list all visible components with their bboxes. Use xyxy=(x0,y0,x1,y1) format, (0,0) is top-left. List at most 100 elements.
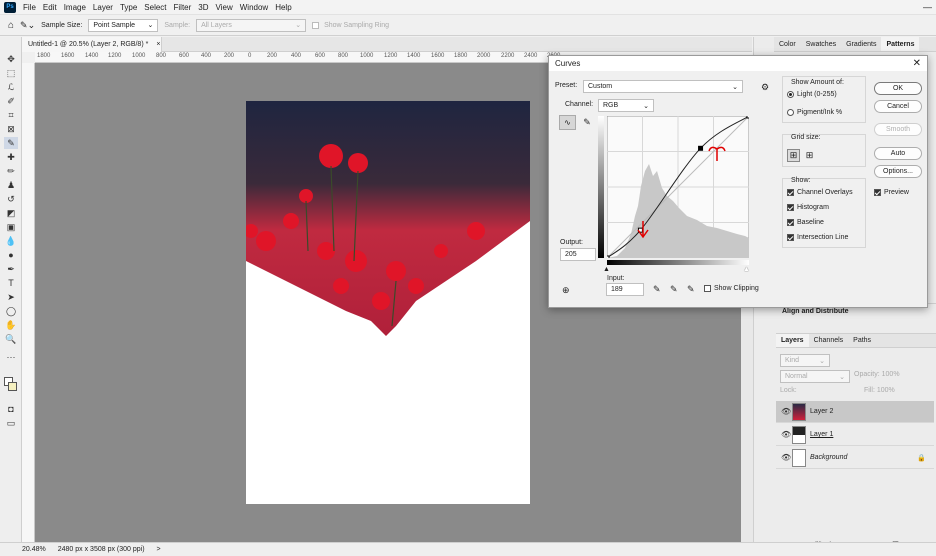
eye-icon[interactable]: 👁 xyxy=(781,430,791,439)
eye-icon[interactable]: 👁 xyxy=(781,407,791,416)
menu-edit[interactable]: Edit xyxy=(43,3,57,12)
type-tool-icon[interactable]: T xyxy=(4,277,18,289)
curve-graph[interactable] xyxy=(607,116,749,258)
layer-row[interactable]: 👁 Layer 1 xyxy=(776,424,934,446)
intersection-line-checkbox[interactable] xyxy=(787,234,794,241)
zoom-tool-icon[interactable]: 🔍 xyxy=(4,333,18,345)
tab-paths[interactable]: Paths xyxy=(848,334,876,347)
status-arrow-icon[interactable]: > xyxy=(157,546,161,553)
gray-eyedropper-icon[interactable]: ✎ xyxy=(670,284,678,295)
foreground-color-swatch[interactable] xyxy=(8,382,17,391)
document-tab[interactable]: Untitled-1 @ 20.5% (Layer 2, RGB/8) * × xyxy=(22,37,162,52)
history-brush-icon[interactable]: ↺ xyxy=(4,193,18,205)
histogram-row[interactable]: Histogram xyxy=(787,204,829,211)
blur-tool-icon[interactable]: 💧 xyxy=(4,235,18,247)
hand-tool-icon[interactable]: ✋ xyxy=(4,319,18,331)
input-field[interactable]: 189 xyxy=(606,283,644,296)
fill-value[interactable]: 100% xyxy=(877,387,895,394)
pigment-radio[interactable] xyxy=(787,109,794,116)
layer-row[interactable]: 👁 Layer 2 xyxy=(776,401,934,423)
clone-stamp-icon[interactable]: ♟ xyxy=(4,179,18,191)
sample-select[interactable]: All Layers ⌄ xyxy=(196,18,307,32)
eye-icon[interactable]: 👁 xyxy=(781,453,791,462)
layer-row[interactable]: 👁 Background 🔒 xyxy=(776,447,934,469)
sample-size-select[interactable]: Point Sample ⌄ xyxy=(88,18,159,32)
crop-tool-icon[interactable]: ⌗ xyxy=(4,109,18,121)
white-eyedropper-icon[interactable]: ✎ xyxy=(687,284,695,295)
menu-file[interactable]: File xyxy=(23,3,36,12)
ellipse-tool-icon[interactable]: ◯ xyxy=(4,305,18,317)
kind-filter-select[interactable]: Kind ⌄ xyxy=(780,354,830,367)
lasso-tool-icon[interactable]: ℒ xyxy=(4,81,18,93)
move-tool-icon[interactable]: ✥ xyxy=(4,53,18,65)
opacity-value[interactable]: 100% xyxy=(882,371,900,378)
quick-mask-icon[interactable]: ◘ xyxy=(4,403,18,415)
path-select-icon[interactable]: ➤ xyxy=(4,291,18,303)
tab-swatches[interactable]: Swatches xyxy=(801,37,841,51)
screen-mode-icon[interactable]: ▭ xyxy=(4,417,18,429)
target-adjust-icon[interactable]: ⊕ xyxy=(562,285,570,296)
menu-window[interactable]: Window xyxy=(240,3,268,12)
intersection-line-row[interactable]: Intersection Line xyxy=(787,234,848,241)
light-radio-row[interactable]: Light (0-255) xyxy=(787,91,837,98)
pigment-radio-row[interactable]: Pigment/Ink % xyxy=(787,109,842,116)
tab-gradients[interactable]: Gradients xyxy=(841,37,881,51)
preview-checkbox[interactable] xyxy=(874,189,881,196)
cancel-button[interactable]: Cancel xyxy=(874,100,922,113)
zoom-level[interactable]: 20.48% xyxy=(22,546,46,553)
histogram-checkbox[interactable] xyxy=(787,204,794,211)
quick-select-tool-icon[interactable]: ✐ xyxy=(4,95,18,107)
channel-overlays-checkbox[interactable] xyxy=(787,189,794,196)
document-canvas[interactable] xyxy=(244,101,530,504)
preview-row[interactable]: Preview xyxy=(874,189,909,196)
pen-tool-icon[interactable]: ✒ xyxy=(4,263,18,275)
baseline-row[interactable]: Baseline xyxy=(787,219,824,226)
ok-button[interactable]: OK xyxy=(874,82,922,95)
eyedropper-tool-icon[interactable]: ✎⌄ xyxy=(20,20,35,31)
marquee-tool-icon[interactable]: ⬚ xyxy=(4,67,18,79)
channel-select[interactable]: RGB ⌄ xyxy=(598,99,654,112)
menu-image[interactable]: Image xyxy=(64,3,86,12)
dodge-tool-icon[interactable]: ● xyxy=(4,249,18,261)
output-field[interactable]: 205 xyxy=(560,248,596,261)
simple-grid-icon[interactable]: ⊞ xyxy=(787,149,800,162)
frame-tool-icon[interactable]: ⊠ xyxy=(4,123,18,135)
gradient-tool-icon[interactable]: ▣ xyxy=(4,221,18,233)
preset-select[interactable]: Custom ⌄ xyxy=(583,80,743,93)
auto-button[interactable]: Auto xyxy=(874,147,922,160)
tab-color[interactable]: Color xyxy=(774,37,801,51)
more-tools-icon[interactable]: ··· xyxy=(4,351,18,363)
close-icon[interactable]: ✕ xyxy=(913,58,921,69)
channel-overlays-row[interactable]: Channel Overlays xyxy=(787,189,853,196)
minimize-icon[interactable]: — xyxy=(923,2,932,12)
eraser-tool-icon[interactable]: ◩ xyxy=(4,207,18,219)
curve-control-point[interactable] xyxy=(746,116,749,119)
menu-view[interactable]: View xyxy=(216,3,233,12)
tab-channels[interactable]: Channels xyxy=(809,334,849,347)
menu-type[interactable]: Type xyxy=(120,3,137,12)
brush-tool-icon[interactable]: ✏ xyxy=(4,165,18,177)
show-sampling-ring-checkbox[interactable] xyxy=(312,21,320,29)
gear-icon[interactable]: ⚙ xyxy=(761,82,769,93)
healing-brush-icon[interactable]: ✚ xyxy=(4,151,18,163)
black-point-slider[interactable]: ▲ xyxy=(603,266,610,273)
blend-mode-select[interactable]: Normal ⌄ xyxy=(780,370,850,383)
white-point-slider[interactable]: ▲ xyxy=(743,266,750,273)
menu-filter[interactable]: Filter xyxy=(174,3,192,12)
black-eyedropper-icon[interactable]: ✎ xyxy=(653,284,661,295)
tab-patterns[interactable]: Patterns xyxy=(881,37,920,51)
detailed-grid-icon[interactable]: ⊞ xyxy=(803,149,816,162)
curve-point-tool-icon[interactable]: ∿ xyxy=(559,115,576,130)
options-button[interactable]: Options... xyxy=(874,165,922,178)
close-icon[interactable]: × xyxy=(156,41,160,48)
smooth-button[interactable]: Smooth xyxy=(874,123,922,136)
home-icon[interactable]: ⌂ xyxy=(8,20,14,31)
eyedropper-tool-icon[interactable]: ✎ xyxy=(4,137,18,149)
curve-control-point[interactable] xyxy=(607,255,610,258)
light-radio[interactable] xyxy=(787,91,794,98)
menu-3d[interactable]: 3D xyxy=(198,3,208,12)
menu-select[interactable]: Select xyxy=(144,3,166,12)
pencil-icon[interactable]: ✎ xyxy=(580,115,594,130)
curve-control-point[interactable] xyxy=(698,145,704,151)
tab-layers[interactable]: Layers xyxy=(776,334,809,347)
